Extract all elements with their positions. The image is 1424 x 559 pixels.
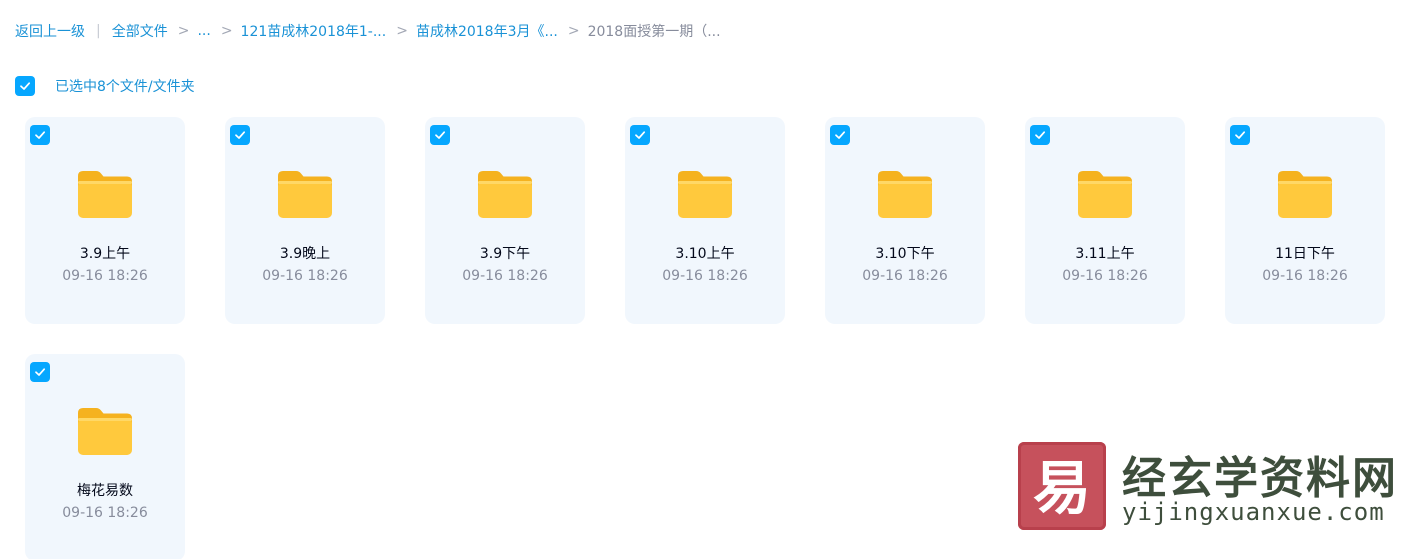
breadcrumb-pipe: | (96, 23, 101, 39)
site-watermark: 易 经玄学资料网 yijingxuanxue.com (1018, 440, 1398, 532)
check-icon (635, 131, 646, 139)
folder-card[interactable]: 3.10上午 09-16 18:26 (625, 117, 785, 324)
watermark-url: yijingxuanxue.com (1122, 498, 1385, 526)
folder-card[interactable]: 11日下午 09-16 18:26 (1225, 117, 1385, 324)
folder-name: 3.9下午 (479, 246, 531, 262)
check-icon (20, 82, 31, 90)
breadcrumb-current: 2018面授第一期（... (587, 24, 721, 40)
check-icon (1235, 131, 1246, 139)
folder-card[interactable]: 3.11上午 09-16 18:26 (1025, 117, 1185, 324)
folder-checkbox[interactable] (430, 125, 450, 145)
chevron-right-icon: > (396, 23, 408, 39)
folder-time: 09-16 18:26 (62, 268, 148, 284)
file-manager-page: 返回上一级 | 全部文件 > ... > 121苗成林2018年1-... > … (0, 0, 1424, 559)
folder-checkbox[interactable] (830, 125, 850, 145)
folder-checkbox[interactable] (230, 125, 250, 145)
folder-checkbox[interactable] (1230, 125, 1250, 145)
seal-text: 易 (1033, 454, 1091, 522)
folder-name: 3.10下午 (875, 246, 935, 262)
check-icon (435, 131, 446, 139)
folder-checkbox[interactable] (30, 125, 50, 145)
chevron-right-icon: > (220, 23, 233, 39)
check-icon (35, 368, 46, 376)
folder-card[interactable]: 3.9下午 09-16 18:26 (425, 117, 585, 324)
check-icon (235, 131, 246, 139)
folder-checkbox[interactable] (30, 362, 50, 382)
folder-card[interactable]: 3.10下午 09-16 18:26 (825, 117, 985, 324)
folder-card[interactable]: 3.9晚上 09-16 18:26 (225, 117, 385, 324)
folder-time: 09-16 18:26 (1262, 268, 1348, 284)
folder-checkbox[interactable] (630, 125, 650, 145)
breadcrumb: 返回上一级 | 全部文件 > ... > 121苗成林2018年1-... > … (15, 20, 721, 42)
breadcrumb-path-2[interactable]: 苗成林2018年3月《... (416, 21, 558, 41)
check-icon (835, 131, 846, 139)
folder-time: 09-16 18:26 (1062, 268, 1148, 284)
folder-icon (278, 171, 332, 218)
seal-glyph-icon: 易 (1033, 454, 1091, 522)
folder-time: 09-16 18:26 (62, 505, 148, 521)
folder-name: 3.9晚上 (279, 246, 331, 262)
folder-icon (78, 408, 132, 455)
folder-name: 11日下午 (1275, 246, 1335, 262)
back-link[interactable]: 返回上一级 (15, 21, 85, 41)
folder-name: 梅花易数 (77, 483, 133, 499)
chevron-right-icon: > (177, 23, 190, 39)
folder-time: 09-16 18:26 (462, 268, 548, 284)
folder-icon (878, 171, 932, 218)
folder-time: 09-16 18:26 (862, 268, 948, 284)
folder-card[interactable]: 3.9上午 09-16 18:26 (25, 117, 185, 324)
check-icon (1035, 131, 1046, 139)
folder-name: 3.11上午 (1075, 246, 1135, 262)
folder-time: 09-16 18:26 (662, 268, 748, 284)
breadcrumb-ellipsis[interactable]: ... (197, 23, 210, 39)
folder-name: 3.9上午 (79, 246, 131, 262)
seal-logo: 易 (1018, 442, 1106, 530)
folder-time: 09-16 18:26 (262, 268, 348, 284)
folder-icon (478, 171, 532, 218)
select-all-row: 已选中8个文件/文件夹 (15, 76, 195, 96)
folder-icon (1278, 171, 1332, 218)
breadcrumb-root[interactable]: 全部文件 (112, 21, 168, 41)
select-all-checkbox[interactable] (15, 76, 35, 96)
breadcrumb-path-1[interactable]: 121苗成林2018年1-... (241, 21, 387, 41)
folder-checkbox[interactable] (1030, 125, 1050, 145)
chevron-right-icon: > (567, 23, 580, 39)
folder-icon (1078, 171, 1132, 218)
selection-count-label: 已选中8个文件/文件夹 (55, 79, 195, 95)
folder-name: 3.10上午 (675, 246, 735, 262)
folder-icon (678, 171, 732, 218)
folder-icon (78, 171, 132, 218)
watermark-title: 经玄学资料网 (1122, 453, 1398, 504)
folder-card[interactable]: 梅花易数 09-16 18:26 (25, 354, 185, 559)
check-icon (35, 131, 46, 139)
